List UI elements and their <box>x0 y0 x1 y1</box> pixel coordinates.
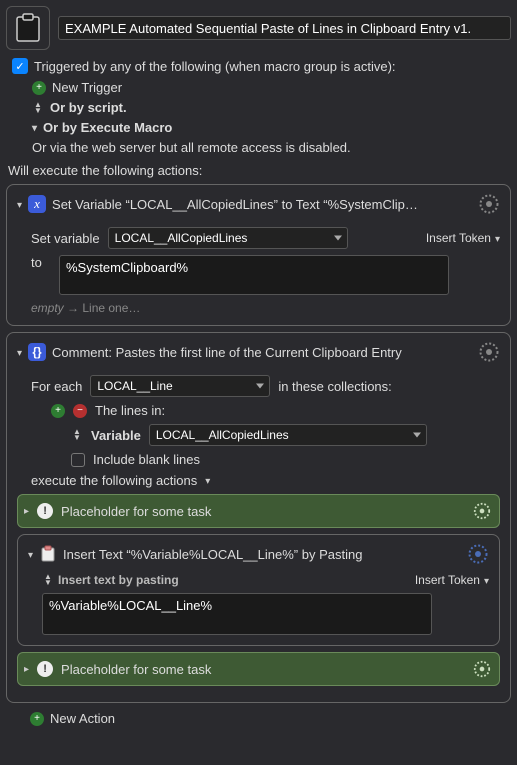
add-collection-button[interactable]: + <box>51 404 65 418</box>
chevron-down-icon: ▾ <box>32 123 37 134</box>
preview-hint: empty → Line one… <box>31 301 500 315</box>
action-set-variable: ▾ x Set Variable “LOCAL__AllCopiedLines”… <box>6 184 511 326</box>
foreach-variable-select[interactable]: LOCAL__Line <box>90 375 270 397</box>
plus-icon: + <box>32 81 46 95</box>
lines-variable-value: LOCAL__AllCopiedLines <box>156 428 289 442</box>
insert-token-button[interactable]: Insert Token ▾ <box>415 573 489 587</box>
triggers-heading: Triggered by any of the following (when … <box>34 59 396 74</box>
placeholder-label: Placeholder for some task <box>61 504 211 519</box>
lines-in-label: The lines in: <box>95 403 165 418</box>
insert-mode-label[interactable]: Insert text by pasting <box>58 573 179 587</box>
hint-arrow: → <box>64 301 83 315</box>
collections-label: in these collections: <box>278 379 391 394</box>
action-title: Comment: Pastes the first line of the Cu… <box>52 345 472 360</box>
action-title: Insert Text “%Variable%LOCAL__Line%” by … <box>63 547 461 562</box>
new-action-label: New Action <box>50 711 115 726</box>
variable-x-icon: x <box>28 195 46 213</box>
variable-text-input[interactable]: %SystemClipboard% <box>59 255 449 295</box>
insert-text-value: %Variable%LOCAL__Line% <box>49 598 212 613</box>
chevron-down-icon[interactable]: ▾ <box>205 476 210 487</box>
chevron-right-icon: ▸ <box>24 506 29 517</box>
placeholder-label: Placeholder for some task <box>61 662 211 677</box>
updown-icon[interactable]: ▲▼ <box>71 429 83 441</box>
to-label: to <box>31 255 51 270</box>
gear-icon[interactable] <box>471 658 493 680</box>
insert-token-button[interactable]: Insert Token ▾ <box>426 231 500 245</box>
will-execute-label: Will execute the following actions: <box>8 163 511 178</box>
variable-name-select[interactable]: LOCAL__AllCopiedLines <box>108 227 348 249</box>
new-trigger-label: New Trigger <box>52 80 122 95</box>
variable-label: Variable <box>91 428 141 443</box>
chevron-down-icon: ▾ <box>484 576 489 587</box>
macro-title-input[interactable] <box>58 16 511 40</box>
action-comment-foreach: ▾ {} Comment: Pastes the first line of t… <box>6 332 511 703</box>
insert-text-input[interactable]: %Variable%LOCAL__Line% <box>42 593 432 635</box>
insert-token-label: Insert Token <box>426 231 491 245</box>
braces-icon: {} <box>28 343 46 361</box>
disclosure-toggle[interactable]: ▾ <box>28 550 33 561</box>
updown-icon: ▲▼ <box>32 102 44 114</box>
macro-clipboard-icon <box>6 6 50 50</box>
hint-empty: empty <box>31 301 64 315</box>
updown-icon[interactable]: ▲▼ <box>42 574 54 586</box>
exclamation-icon: ! <box>37 503 53 519</box>
placeholder-action-1[interactable]: ▸ ! Placeholder for some task <box>17 494 500 528</box>
or-by-execute-macro[interactable]: ▾ Or by Execute Macro <box>32 120 511 135</box>
or-webserver-note: Or via the web server but all remote acc… <box>32 140 511 155</box>
action-insert-text: ▾ Insert Text “%Variable%LOCAL__Line%” b… <box>17 534 500 646</box>
disclosure-toggle[interactable]: ▾ <box>17 200 22 211</box>
lines-variable-select[interactable]: LOCAL__AllCopiedLines <box>149 424 427 446</box>
gear-icon[interactable] <box>467 543 489 565</box>
new-trigger-button[interactable]: + New Trigger <box>32 80 511 95</box>
or-by-script[interactable]: ▲▼ Or by script. <box>32 100 511 115</box>
hint-value: Line one… <box>82 301 140 315</box>
action-title: Set Variable “LOCAL__AllCopiedLines” to … <box>52 197 472 212</box>
clipboard-small-icon <box>39 545 57 563</box>
variable-name-value: LOCAL__AllCopiedLines <box>115 231 248 245</box>
plus-icon: + <box>30 712 44 726</box>
chevron-down-icon: ▾ <box>495 234 500 245</box>
set-variable-label: Set variable <box>31 231 100 246</box>
foreach-label: For each <box>31 379 82 394</box>
chevron-right-icon: ▸ <box>24 664 29 675</box>
disclosure-toggle[interactable]: ▾ <box>17 348 22 359</box>
foreach-variable-value: LOCAL__Line <box>97 379 172 393</box>
gear-icon[interactable] <box>471 500 493 522</box>
include-blank-checkbox[interactable] <box>71 453 85 467</box>
insert-token-label: Insert Token <box>415 573 480 587</box>
gear-icon[interactable] <box>478 341 500 363</box>
variable-text-value: %SystemClipboard% <box>66 260 188 275</box>
placeholder-action-2[interactable]: ▸ ! Placeholder for some task <box>17 652 500 686</box>
execute-sub-label: execute the following actions <box>31 473 197 488</box>
or-execute-label: Or by Execute Macro <box>43 120 172 135</box>
exclamation-icon: ! <box>37 661 53 677</box>
or-webserver-label: Or via the web server but all remote acc… <box>32 140 351 155</box>
include-blank-label: Include blank lines <box>93 452 200 467</box>
or-script-label: Or by script. <box>50 100 127 115</box>
remove-collection-button[interactable]: − <box>73 404 87 418</box>
new-action-button[interactable]: + New Action <box>30 711 511 726</box>
gear-icon[interactable] <box>478 193 500 215</box>
triggers-enabled-checkbox[interactable]: ✓ <box>12 58 28 74</box>
